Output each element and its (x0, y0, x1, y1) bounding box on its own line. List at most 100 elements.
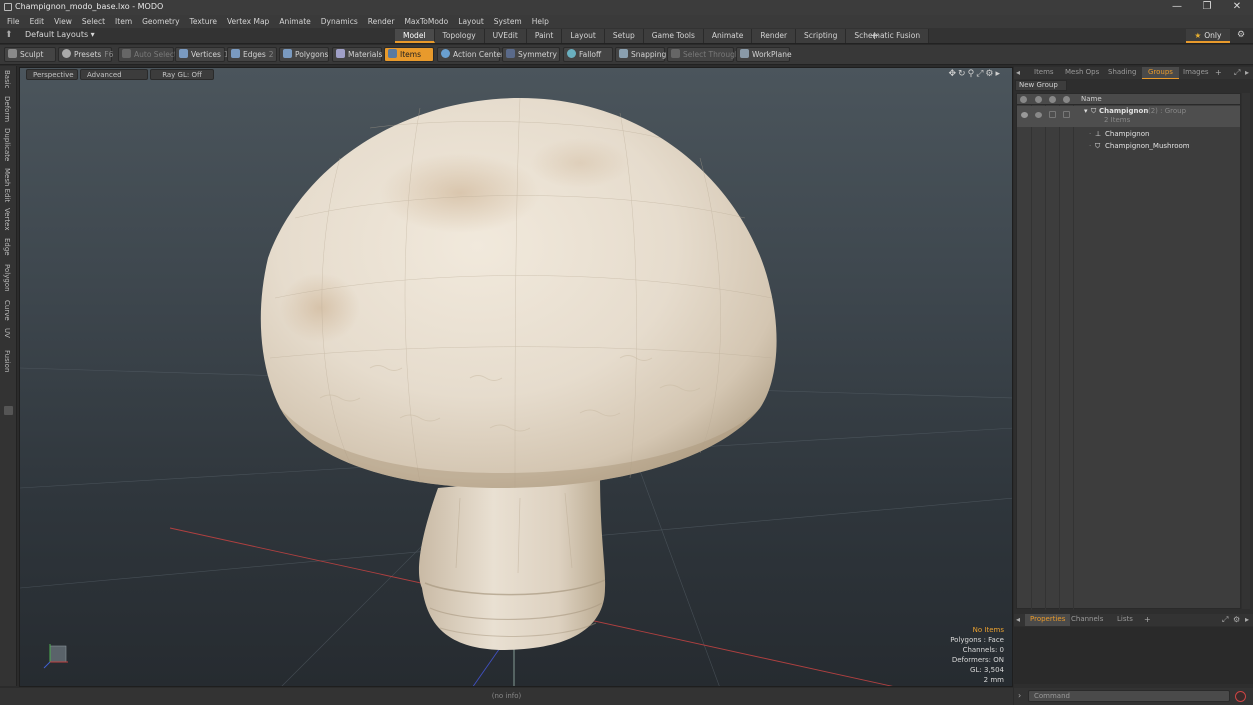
expand-arrow-icon[interactable]: ▾ (1084, 107, 1088, 115)
menu-help[interactable]: Help (527, 15, 554, 28)
viewport-settings-icon[interactable]: ⚙ (985, 69, 995, 79)
expand-panel-icon[interactable]: ⤢ (1234, 67, 1240, 78)
vertices-button[interactable]: Vertices1 (175, 47, 229, 62)
tab-shading[interactable]: Shading (1102, 67, 1142, 79)
menu-system[interactable]: System (489, 15, 527, 28)
menu-layout[interactable]: Layout (453, 15, 489, 28)
properties-menu-icon[interactable]: ◂ (1016, 614, 1020, 625)
expand-properties-icon[interactable]: ⤢ (1222, 614, 1228, 625)
menu-animate[interactable]: Animate (274, 15, 315, 28)
command-history-icon[interactable]: › (1018, 691, 1021, 700)
menu-file[interactable]: File (0, 15, 25, 28)
tab-game-tools[interactable]: Game Tools (643, 29, 704, 43)
polygons-button[interactable]: Polygons (279, 47, 329, 62)
strip-toggle[interactable] (4, 406, 13, 415)
visibility-column-icon[interactable] (1020, 96, 1027, 103)
tab-groups[interactable]: Groups (1142, 67, 1179, 79)
zoom-view-icon[interactable]: ⚲ (968, 69, 977, 79)
action-center-button[interactable]: Action Center (437, 47, 504, 62)
strip-tab-duplicate[interactable]: Duplicate (3, 128, 11, 161)
tab-animate[interactable]: Animate (703, 29, 753, 43)
close-button[interactable]: ✕ (1222, 0, 1252, 15)
tab-properties[interactable]: Properties (1025, 614, 1071, 626)
menu-view[interactable]: View (49, 15, 77, 28)
command-input[interactable]: Command (1028, 690, 1230, 702)
tab-images[interactable]: Images (1177, 67, 1215, 79)
group-list-scrollbar[interactable] (1242, 93, 1250, 609)
tab-model[interactable]: Model (395, 29, 435, 43)
tab-layout[interactable]: Layout (562, 29, 605, 43)
menu-maxtomodo[interactable]: MaxToModo (399, 15, 453, 28)
strip-tab-curve[interactable]: Curve (3, 300, 11, 321)
strip-tab-edge[interactable]: Edge (3, 238, 11, 256)
menu-render[interactable]: Render (363, 15, 400, 28)
raygl-button[interactable]: Ray GL: Off (150, 69, 214, 80)
properties-arrow-icon[interactable]: ▸ (1245, 614, 1249, 625)
strip-tab-vertex[interactable]: Vertex (3, 208, 11, 231)
tab-schematic-fusion[interactable]: Schematic Fusion (846, 29, 930, 43)
new-group-button[interactable]: New Group (1015, 80, 1067, 91)
lock-checkbox[interactable] (1049, 111, 1056, 118)
sculpt-button[interactable]: Sculpt (4, 47, 56, 62)
minimize-button[interactable]: — (1162, 0, 1192, 15)
panel-menu-icon[interactable]: ◂ (1016, 67, 1020, 78)
add-panel-tab-icon[interactable]: + (1215, 67, 1222, 78)
layout-icon[interactable]: ⬆ (5, 30, 13, 40)
group-child-row[interactable]: · ⛉ Champignon_Mushroom (1017, 141, 1240, 153)
lock-column-icon[interactable] (1049, 96, 1056, 103)
strip-tab-deform[interactable]: Deform (3, 96, 11, 122)
items-button[interactable]: Items (384, 47, 434, 62)
tab-lists[interactable]: Lists (1112, 614, 1138, 626)
edges-button[interactable]: Edges 2 (227, 47, 277, 62)
group-child-row[interactable]: · ⊥ Champignon (1017, 129, 1240, 141)
restore-button[interactable]: ❐ (1192, 0, 1222, 15)
name-column-header[interactable]: Name (1081, 95, 1102, 103)
strip-tab-uv[interactable]: UV (3, 328, 11, 338)
tab-items[interactable]: Items (1028, 67, 1060, 79)
menu-dynamics[interactable]: Dynamics (316, 15, 363, 28)
shading-mode-button[interactable]: Advanced (80, 69, 148, 80)
strip-tab-mesh-edit[interactable]: Mesh Edit (3, 168, 11, 202)
strip-tab-basic[interactable]: Basic (3, 70, 11, 89)
record-macro-icon[interactable] (1235, 691, 1246, 702)
group-row-champignon[interactable]: ▾ ⛉ Champignon (2) : Group 2 Items (1017, 106, 1240, 127)
menu-item[interactable]: Item (110, 15, 137, 28)
3d-viewport[interactable]: Perspective Advanced Ray GL: Off ✥↻⚲⤢⚙▸ … (19, 67, 1013, 687)
menu-vertex-map[interactable]: Vertex Map (222, 15, 274, 28)
symmetry-button[interactable]: Symmetry (502, 47, 560, 62)
viewport-menu-icon[interactable]: ▸ (995, 69, 1002, 79)
menu-geometry[interactable]: Geometry (137, 15, 184, 28)
fit-view-icon[interactable]: ⤢ (976, 69, 985, 79)
tab-channels[interactable]: Channels (1066, 614, 1108, 626)
move-view-icon[interactable]: ✥ (949, 69, 959, 79)
render-column-icon[interactable] (1035, 96, 1042, 103)
menu-select[interactable]: Select (77, 15, 110, 28)
menu-texture[interactable]: Texture (185, 15, 222, 28)
falloff-button[interactable]: Falloff (563, 47, 613, 62)
tab-render[interactable]: Render (752, 29, 797, 43)
materials-button[interactable]: Materials (332, 47, 382, 62)
strip-tab-fusion[interactable]: Fusion (3, 350, 11, 372)
auto-select-button[interactable]: Auto Select (118, 47, 177, 62)
properties-gear-icon[interactable]: ⚙ (1233, 614, 1240, 625)
rotate-view-icon[interactable]: ↻ (958, 69, 968, 79)
only-button[interactable]: ★ Only (1186, 29, 1230, 43)
select-column-icon[interactable] (1063, 96, 1070, 103)
select-checkbox[interactable] (1063, 111, 1070, 118)
presets-button[interactable]: Presets F6 (58, 47, 113, 62)
snapping-button[interactable]: Snapping (615, 47, 666, 62)
menu-edit[interactable]: Edit (25, 15, 50, 28)
tab-mesh-ops[interactable]: Mesh Ops (1059, 67, 1105, 79)
tab-scripting[interactable]: Scripting (796, 29, 847, 43)
tab-setup[interactable]: Setup (604, 29, 644, 43)
add-properties-tab-icon[interactable]: + (1144, 614, 1151, 625)
tab-uvedit[interactable]: UVEdit (484, 29, 527, 43)
visibility-eye-icon[interactable] (1021, 112, 1028, 118)
render-toggle-icon[interactable] (1035, 112, 1042, 118)
tab-topology[interactable]: Topology (434, 29, 485, 43)
layout-selector[interactable]: Default Layouts ▾ (25, 30, 95, 39)
add-tab-icon[interactable]: + (870, 29, 879, 42)
view-mode-button[interactable]: Perspective (26, 69, 78, 80)
strip-tab-polygon[interactable]: Polygon (3, 264, 11, 292)
select-through-button[interactable]: Select Through (667, 47, 740, 62)
